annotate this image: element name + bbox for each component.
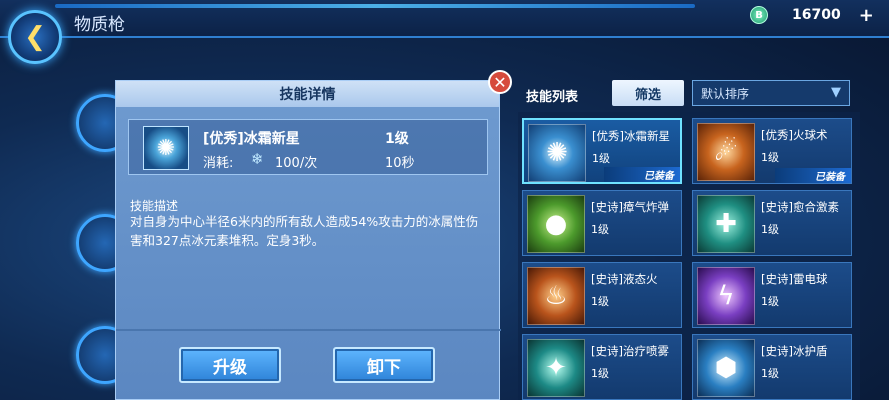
- upgrade-button[interactable]: 升级: [179, 347, 281, 383]
- divider: [116, 329, 501, 331]
- healing-spray-icon: ✦: [527, 339, 585, 397]
- skill-item-name: [史诗]瘴气炸弹: [591, 200, 669, 214]
- skill-item-ice-shield[interactable]: ⬢ [史诗]冰护盾 1级: [692, 334, 852, 400]
- thunder-ball-icon: ϟ: [697, 267, 755, 325]
- snowflake-icon: ❄: [251, 150, 264, 168]
- currency-coin-icon: B: [750, 6, 768, 24]
- skill-item-fireball[interactable]: ☄ [优秀]火球术 1级 已装备: [692, 118, 852, 184]
- skill-item-frost-nova[interactable]: ✺ [优秀]冰霜新星 1级 已装备: [522, 118, 682, 184]
- page-title: 物质枪: [74, 15, 125, 35]
- skill-item-thunder-ball[interactable]: ϟ [史诗]雷电球 1级: [692, 262, 852, 328]
- skill-detail-panel: 技能详情 ✺ [优秀]冰霜新星 1级 消耗: ❄ 100/次 10秒 技能描述 …: [115, 80, 501, 400]
- healing-hormone-icon: ✚: [697, 195, 755, 253]
- filter-button[interactable]: 筛选: [612, 80, 684, 106]
- skill-item-level: 1级: [591, 295, 609, 308]
- skill-level: 1级: [385, 131, 409, 147]
- equipped-badge: 已装备: [775, 168, 851, 183]
- sort-value: 默认排序: [701, 86, 750, 101]
- skill-item-level: 1级: [591, 223, 609, 236]
- top-bar-glow: [55, 4, 695, 8]
- add-currency-button[interactable]: +: [859, 5, 874, 26]
- skill-item-name: [史诗]治疗喷雾: [591, 344, 669, 358]
- back-button[interactable]: ❮: [8, 10, 62, 64]
- skill-item-miasma-bomb[interactable]: ● [史诗]瘴气炸弹 1级: [522, 190, 682, 256]
- skill-item-name: [史诗]液态火: [591, 272, 658, 286]
- skill-item-name: [史诗]雷电球: [761, 272, 828, 286]
- skill-item-name: [优秀]火球术: [761, 128, 828, 142]
- frost-nova-icon: ✺: [143, 126, 189, 170]
- fireball-icon: ☄: [697, 123, 755, 181]
- cost-label: 消耗:: [203, 156, 234, 171]
- skill-item-level: 1级: [591, 367, 609, 380]
- skill-item-name: [优秀]冰霜新星: [592, 129, 670, 143]
- miasma-bomb-icon: ●: [527, 195, 585, 253]
- skill-item-level: 1级: [761, 295, 779, 308]
- cost-value: 100/次: [275, 156, 318, 171]
- cooldown-value: 10秒: [385, 156, 415, 171]
- equipped-badge: 已装备: [604, 167, 680, 182]
- skill-item-healing-spray[interactable]: ✦ [史诗]治疗喷雾 1级: [522, 334, 682, 400]
- ice-shield-icon: ⬢: [697, 339, 755, 397]
- skill-item-name: [史诗]冰护盾: [761, 344, 828, 358]
- skill-list: ✺ [优秀]冰霜新星 1级 已装备 ☄ [优秀]火球术 1级 已装备 ● [史诗…: [518, 112, 860, 400]
- dropdown-arrow-icon: ▼: [831, 85, 841, 100]
- liquid-fire-icon: ♨: [527, 267, 585, 325]
- currency-display: B 16700 +: [750, 4, 880, 26]
- description-text: 对自身为中心半径6米内的所有敌人造成54%攻击力的冰属性伤害和327点冰元素堆积…: [130, 214, 479, 248]
- detail-header: 技能详情: [116, 81, 499, 107]
- currency-value: 16700: [792, 7, 841, 23]
- skill-name: [优秀]冰霜新星: [203, 131, 300, 147]
- skill-item-liquid-fire[interactable]: ♨ [史诗]液态火 1级: [522, 262, 682, 328]
- skill-item-level: 1级: [761, 223, 779, 236]
- back-arrow-icon: ❮: [24, 22, 46, 52]
- close-button[interactable]: ✕: [488, 70, 512, 94]
- skill-item-level: 1级: [592, 152, 610, 165]
- skill-card: ✺ [优秀]冰霜新星 1级 消耗: ❄ 100/次 10秒: [128, 119, 488, 175]
- skill-item-level: 1级: [761, 151, 779, 164]
- skill-list-title: 技能列表: [526, 90, 579, 105]
- unequip-button[interactable]: 卸下: [333, 347, 435, 383]
- skill-item-level: 1级: [761, 367, 779, 380]
- skill-item-healing-hormone[interactable]: ✚ [史诗]愈合激素 1级: [692, 190, 852, 256]
- sort-dropdown[interactable]: 默认排序 ▼: [692, 80, 850, 106]
- frost-nova-icon: ✺: [528, 124, 586, 182]
- skill-item-name: [史诗]愈合激素: [761, 200, 839, 214]
